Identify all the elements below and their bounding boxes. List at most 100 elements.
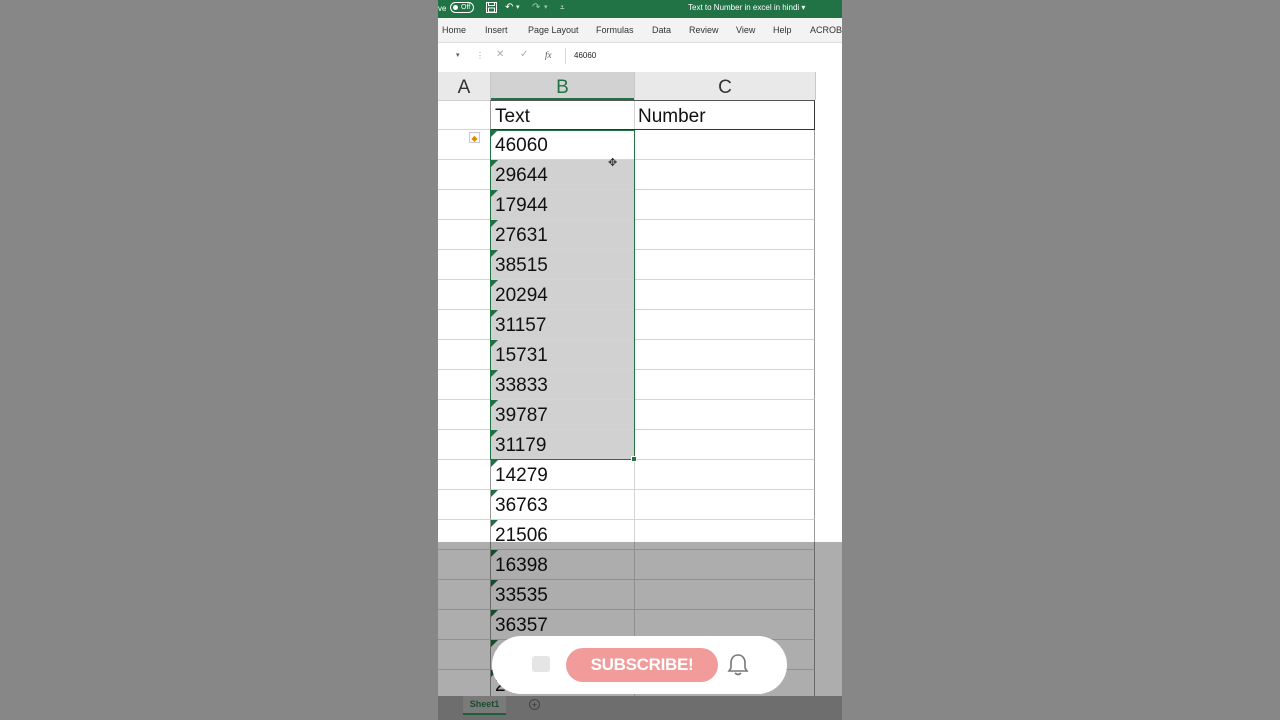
cancel-icon[interactable]: ✕ (496, 49, 504, 60)
text-cell[interactable]: 36763 (490, 490, 635, 520)
name-box-dropdown-icon[interactable]: ▾ (456, 51, 460, 59)
cell-a[interactable] (438, 310, 491, 340)
cell-a[interactable] (438, 580, 491, 610)
cell-a[interactable] (438, 610, 491, 640)
column-header-a[interactable]: A (438, 72, 490, 100)
autosave-toggle[interactable]: Off (450, 2, 474, 13)
bell-icon[interactable] (725, 652, 751, 683)
formula-input[interactable]: 46060 (565, 48, 842, 64)
text-cell-value: 21506 (495, 525, 548, 546)
cell-a[interactable] (438, 340, 491, 370)
text-cell[interactable]: 27631 (490, 220, 635, 250)
column-header-b[interactable]: B (491, 72, 634, 100)
subscribe-button[interactable]: SUBSCRIBE! (566, 648, 718, 682)
error-warning-icon[interactable]: ◆ (469, 132, 480, 143)
number-cell[interactable] (634, 460, 815, 490)
formula-bar: ▾ ⋮ ✕ ✓ fx 46060 (438, 43, 842, 70)
number-cell[interactable] (634, 340, 815, 370)
text-cell[interactable]: 39787 (490, 400, 635, 430)
number-cell[interactable] (634, 490, 815, 520)
text-cell-value: 29644 (495, 165, 548, 186)
sheet-tab-sheet1[interactable]: Sheet1 (463, 696, 506, 715)
cell-a[interactable] (438, 370, 491, 400)
error-indicator-icon (491, 430, 498, 437)
text-cell[interactable]: 38515 (490, 250, 635, 280)
cell-a[interactable] (438, 640, 491, 670)
number-cell[interactable] (634, 160, 815, 190)
cell-a[interactable] (438, 460, 491, 490)
cell-a[interactable] (438, 430, 491, 460)
title-dropdown-icon[interactable]: ▾ (801, 3, 805, 12)
cell-a[interactable] (438, 490, 491, 520)
text-cell-value: 46060 (495, 135, 548, 156)
text-cell[interactable]: 33535 (490, 580, 635, 610)
function-icon[interactable]: fx (545, 50, 552, 60)
number-cell[interactable] (634, 130, 815, 160)
undo-dropdown-icon[interactable]: ▾ (516, 2, 520, 14)
number-cell[interactable] (634, 250, 815, 280)
cell-a[interactable] (438, 550, 491, 580)
table-row: 16398 (438, 550, 842, 580)
undo-icon[interactable]: ↶ (505, 2, 513, 14)
error-indicator-icon (491, 400, 498, 407)
redo-icon[interactable]: ↷ (532, 2, 540, 14)
tab-page-layout[interactable]: Page Layout (528, 25, 579, 35)
document-title[interactable]: Text to Number in excel in hindi ▾ (688, 3, 805, 12)
cell-a[interactable] (438, 220, 491, 250)
tab-review[interactable]: Review (689, 25, 719, 35)
table-row: 36763 (438, 490, 842, 520)
save-icon[interactable] (486, 2, 497, 17)
cell-a[interactable] (438, 280, 491, 310)
table-header-row: Text Number (438, 100, 842, 130)
tab-data[interactable]: Data (652, 25, 671, 35)
document-title-text: Text to Number in excel in hindi (688, 3, 800, 12)
cell-a[interactable] (438, 520, 491, 550)
cell-a[interactable] (438, 160, 491, 190)
tab-home[interactable]: Home (442, 25, 466, 35)
text-cell[interactable]: 31179 (490, 430, 635, 460)
number-cell[interactable] (634, 220, 815, 250)
number-cell[interactable] (634, 550, 815, 580)
text-cell[interactable]: 14279 (490, 460, 635, 490)
add-sheet-icon[interactable]: + (529, 699, 540, 710)
cell-a[interactable] (438, 250, 491, 280)
cell-a[interactable] (438, 190, 491, 220)
cell-a[interactable] (438, 100, 491, 130)
customize-qat-icon[interactable]: ⩡ (560, 2, 565, 14)
number-cell[interactable] (634, 430, 815, 460)
text-cell[interactable]: 16398 (490, 550, 635, 580)
error-indicator-icon (491, 160, 498, 167)
tab-acrobat[interactable]: ACROBA (810, 25, 842, 35)
header-cell-number[interactable]: Number (634, 100, 815, 130)
table-row: 17944 (438, 190, 842, 220)
tab-view[interactable]: View (736, 25, 755, 35)
tab-insert[interactable]: Insert (485, 25, 508, 35)
tab-help[interactable]: Help (773, 25, 792, 35)
worksheet-grid[interactable]: A B C Text Number 46060 29644 17944 27631 3851… (438, 69, 842, 700)
table-row: 14279 (438, 460, 842, 490)
sheet-tabs-bar: Sheet1 + (438, 696, 842, 720)
text-cell-value: 36357 (495, 615, 548, 636)
text-cell[interactable]: 21506 (490, 520, 635, 550)
cell-a[interactable] (438, 130, 491, 160)
column-header-c[interactable]: C (635, 72, 815, 100)
enter-icon[interactable]: ✓ (520, 49, 528, 60)
number-cell[interactable] (634, 370, 815, 400)
number-cell[interactable] (634, 310, 815, 340)
number-cell[interactable] (634, 400, 815, 430)
number-cell[interactable] (634, 190, 815, 220)
number-cell[interactable] (634, 520, 815, 550)
number-cell[interactable] (634, 580, 815, 610)
tab-formulas[interactable]: Formulas (596, 25, 634, 35)
text-cell[interactable]: 20294 (490, 280, 635, 310)
text-cell[interactable]: 31157 (490, 310, 635, 340)
text-cell[interactable]: 15731 (490, 340, 635, 370)
cell-a[interactable] (438, 400, 491, 430)
number-cell[interactable] (634, 280, 815, 310)
text-cell-value: 17944 (495, 195, 548, 216)
header-cell-text[interactable]: Text (490, 100, 635, 130)
redo-dropdown-icon[interactable]: ▾ (544, 2, 548, 14)
text-cell[interactable]: 33833 (490, 370, 635, 400)
formula-bar-splitter[interactable]: ⋮ (476, 51, 484, 60)
text-cell[interactable]: 17944 (490, 190, 635, 220)
